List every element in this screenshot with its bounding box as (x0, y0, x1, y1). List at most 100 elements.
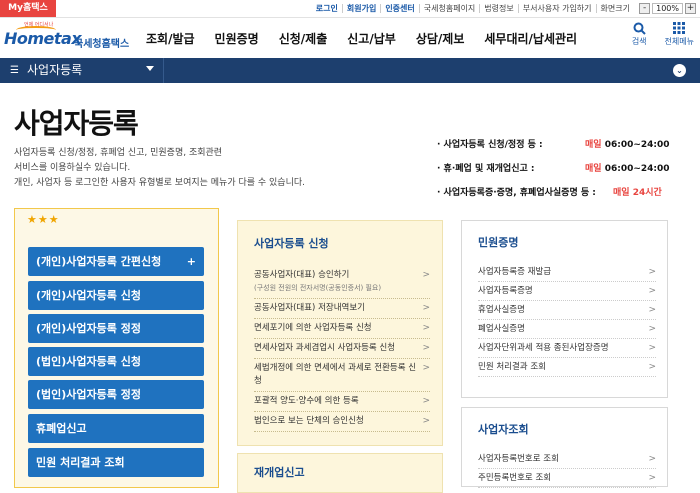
item-label: 면세사업자 과세겸업시 사업자등록 신청 (254, 343, 396, 353)
item-label: 주민등록번호로 조회 (478, 473, 552, 483)
item-label: 폐업사실증명 (478, 324, 525, 334)
logo-tagline: 언제 어디서나 (24, 22, 54, 28)
current-section-dropdown[interactable]: 사업자등록 (27, 58, 82, 83)
apply-panel-heading: 사업자등록 신청 (254, 237, 329, 250)
hours-label: · 사업자등록 신청/정정 등 : (437, 139, 543, 150)
menu-inquiry-issue[interactable]: 조회/발급 (146, 30, 195, 47)
logo-subtitle: 국세청홈택스 (74, 39, 130, 50)
zoom-value: 100% (652, 3, 683, 14)
quick-closure-report-button[interactable]: 휴폐업신고 (28, 414, 204, 443)
reopen-panel: 재개업신고 (237, 453, 443, 493)
hours-day: 매일 (613, 187, 630, 198)
grid-icon (672, 22, 686, 36)
list-item[interactable]: 세법개정에 의한 면세에서 과세로 전환등록 신청 > (254, 359, 430, 392)
list-item[interactable]: 면세포기에 의한 사업자등록 신청 > (254, 319, 430, 339)
search-icon (632, 22, 646, 36)
zoom-in-button[interactable]: + (685, 3, 696, 14)
chevron-right-icon: > (648, 267, 656, 277)
chevron-right-icon: > (422, 343, 430, 353)
quick-result-inquiry-button[interactable]: 민원 처리결과 조회 (28, 448, 204, 477)
item-label: 면세포기에 의한 사업자등록 신청 (254, 323, 372, 333)
chevron-right-icon: > (422, 270, 430, 280)
hours-day: 매일 (585, 163, 602, 174)
hours-row: · 사업자등록 신청/정정 등 : 매일 06:00~24:00 (437, 131, 670, 155)
quick-personal-correct-button[interactable]: (개인)사업자등록 정정 (28, 314, 204, 343)
cert-list: 사업자등록증 재발급 > 사업자등록증명 > 휴업사실증명 > 폐업사실증명 > 사업자… (478, 263, 656, 377)
nts-homepage-link[interactable]: 국세청홈페이지 (420, 4, 481, 13)
chevron-right-icon: > (648, 324, 656, 334)
list-item[interactable]: 사업자등록번호로 조회 > (478, 450, 656, 469)
menu-civil-cert[interactable]: 민원증명 (215, 30, 259, 47)
chevron-right-icon: > (648, 454, 656, 464)
service-hours: · 사업자등록 신청/정정 등 : 매일 06:00~24:00 · 휴·폐업 … (437, 131, 670, 203)
menu-report-pay[interactable]: 신고/납부 (347, 30, 396, 47)
hours-label: · 사업자등록증·증명, 휴폐업사실증명 등 : (437, 187, 596, 198)
reopen-panel-heading: 재개업신고 (254, 466, 305, 479)
list-item[interactable]: 공동사업자(대표) 저장내역보기 > (254, 299, 430, 319)
list-item[interactable]: 주민등록번호로 조회 > (478, 469, 656, 488)
item-label: 공동사업자(대표) 저장내역보기 (254, 303, 365, 313)
item-label: 공동사업자(대표) 승인하기 (254, 270, 350, 280)
quick-corp-apply-button[interactable]: (법인)사업자등록 신청 (28, 347, 204, 376)
inquiry-panel: 사업자조회 사업자등록번호로 조회 > 주민등록번호로 조회 > (461, 407, 668, 488)
signup-link[interactable]: 회원가입 (343, 4, 382, 13)
inquiry-panel-heading: 사업자조회 (478, 423, 529, 436)
quick-personal-apply-button[interactable]: (개인)사업자등록 신청 (28, 281, 204, 310)
menu-consult-report[interactable]: 상담/제보 (416, 30, 465, 47)
list-item[interactable]: 공동사업자(대표) 승인하기 (구성원 전원의 전자서명(공동인증서) 필요) > (254, 266, 430, 299)
main-menu: 조회/발급 민원증명 신청/제출 신고/납부 상담/제보 세무대리/납세관리 (146, 18, 597, 58)
chevron-right-icon: > (422, 363, 430, 373)
my-hometax-button[interactable]: My홈택스 (0, 0, 56, 17)
search-button[interactable]: 검색 (632, 22, 647, 47)
item-label: 사업자등록번호로 조회 (478, 454, 559, 464)
item-note: (구성원 전원의 전자서명(공동인증서) 필요) (254, 284, 382, 292)
location-bar: ☰ 사업자등록 ⌄ (0, 58, 700, 83)
list-item[interactable]: 포괄적 양도·양수에 의한 등록 > (254, 392, 430, 412)
hamburger-icon[interactable]: ☰ (10, 65, 19, 76)
law-info-link[interactable]: 법령정보 (480, 4, 519, 13)
chevron-right-icon: > (648, 286, 656, 296)
chevron-right-icon: > (648, 343, 656, 353)
desc-line: 서비스를 이용하실수 있습니다. (14, 163, 131, 173)
list-item[interactable]: 면세사업자 과세겸업시 사업자등록 신청 > (254, 339, 430, 359)
menu-apply-submit[interactable]: 신청/제출 (279, 30, 328, 47)
all-menu-label: 전체메뉴 (664, 37, 694, 46)
button-label: (개인)사업자등록 간편신청 (36, 255, 162, 268)
list-item[interactable]: 사업자등록증 재발급 > (478, 263, 656, 282)
item-label: 사업자등록증 재발급 (478, 267, 552, 277)
chevron-right-icon: > (422, 396, 430, 406)
page-title: 사업자등록 (14, 107, 139, 140)
list-item[interactable]: 사업자단위과세 적용 종된사업장증명 > (478, 339, 656, 358)
chevron-down-icon[interactable] (146, 66, 154, 71)
dept-user-signup-link[interactable]: 부서사용자 가입하기 (519, 4, 597, 13)
item-label: 휴업사실증명 (478, 305, 525, 315)
hometax-logo[interactable]: 언제 어디서나 Hometax 국세청홈택스 (2, 21, 132, 55)
item-label: 민원 처리결과 조회 (478, 362, 546, 372)
item-label: 법인으로 보는 단체의 승인신청 (254, 416, 364, 426)
menu-tax-agent[interactable]: 세무대리/납세관리 (484, 30, 577, 47)
chevron-right-icon: > (648, 362, 656, 372)
apply-list: 공동사업자(대표) 승인하기 (구성원 전원의 전자서명(공동인증서) 필요) > … (254, 266, 430, 432)
quick-corp-correct-button[interactable]: (법인)사업자등록 정정 (28, 380, 204, 409)
login-link[interactable]: 로그인 (312, 4, 343, 13)
list-item[interactable]: 휴업사실증명 > (478, 301, 656, 320)
zoom-out-button[interactable]: - (639, 3, 651, 14)
hours-time: 06:00~24:00 (601, 163, 670, 174)
quick-menu-panel: ★★★ (개인)사업자등록 간편신청 + (개인)사업자등록 신청 (개인)사업자… (14, 208, 219, 488)
all-menu-button[interactable]: 전체메뉴 (665, 22, 694, 47)
list-item[interactable]: 민원 처리결과 조회 > (478, 358, 656, 377)
screen-size-label: 화면크기 (600, 4, 630, 13)
list-item[interactable]: 사업자등록증명 > (478, 282, 656, 301)
list-item[interactable]: 법인으로 보는 단체의 승인신청 > (254, 412, 430, 432)
hours-label: · 휴·폐업 및 재개업신고 : (437, 163, 535, 174)
quick-simple-apply-button[interactable]: (개인)사업자등록 간편신청 + (28, 247, 204, 276)
search-label: 검색 (631, 37, 647, 46)
chevron-right-icon: > (422, 416, 430, 426)
cert-center-link[interactable]: 인증센터 (381, 4, 420, 13)
expand-circle-icon[interactable]: ⌄ (673, 64, 686, 77)
navbar-divider (163, 58, 164, 83)
header-utilities: 검색 전체메뉴 (632, 22, 694, 47)
desc-line: 사업자등록 신청/정정, 휴폐업 신고, 민원증명, 조회관련 (14, 148, 223, 158)
list-item[interactable]: 폐업사실증명 > (478, 320, 656, 339)
page-description: 사업자등록 신청/정정, 휴폐업 신고, 민원증명, 조회관련 서비스를 이용하… (14, 146, 354, 191)
